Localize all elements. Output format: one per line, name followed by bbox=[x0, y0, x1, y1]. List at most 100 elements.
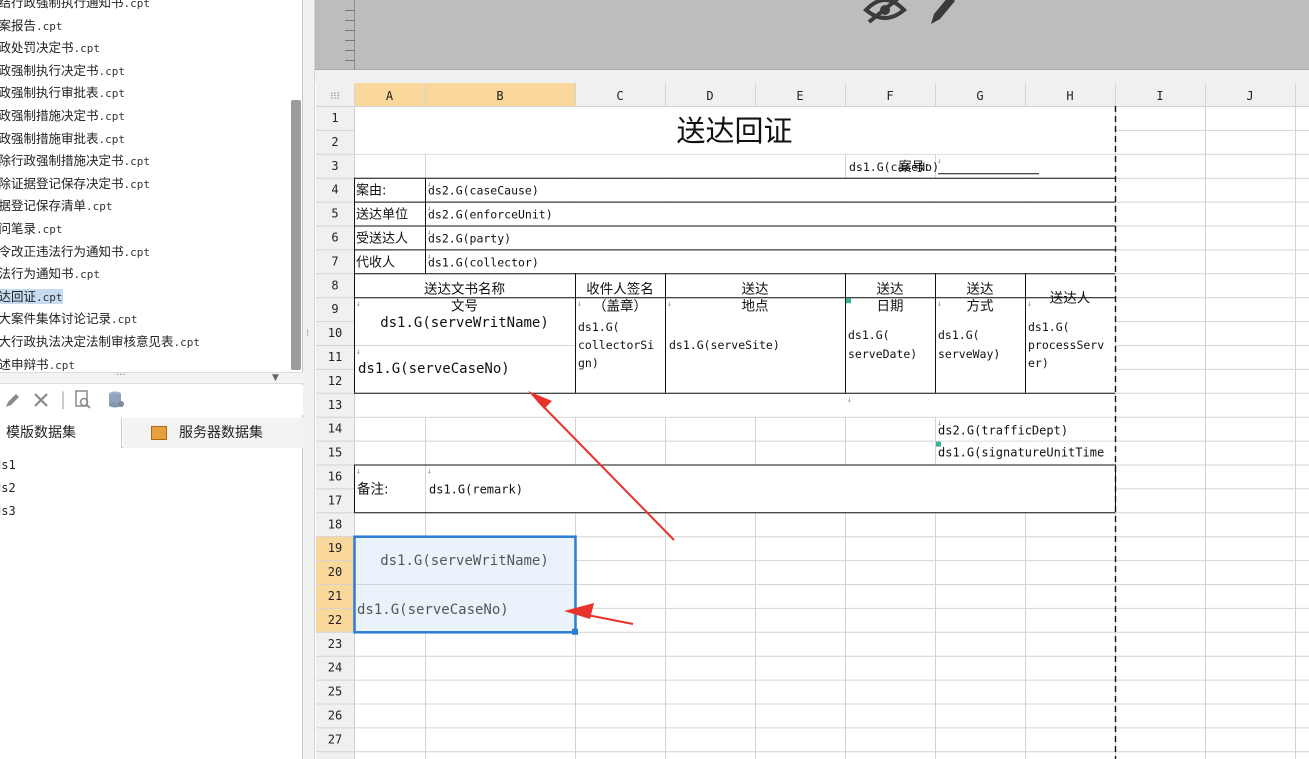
file-item[interactable]: 询问笔录.cpt bbox=[0, 218, 63, 240]
column-header[interactable]: D bbox=[706, 89, 713, 103]
row-header[interactable]: 14 bbox=[328, 422, 342, 436]
file-item[interactable]: 行政强制执行决定书.cpt bbox=[0, 60, 125, 82]
row-header[interactable]: 26 bbox=[328, 709, 342, 723]
file-extension: .cpt bbox=[123, 177, 151, 191]
remark-value-cell[interactable] bbox=[426, 465, 1115, 513]
tab-template-dataset[interactable]: 模版数据集 bbox=[0, 418, 122, 448]
file-name: 行政强制执行决定书 bbox=[0, 62, 99, 78]
splitter-bar[interactable] bbox=[303, 0, 315, 759]
writ-name-value: ds1.G(serveWritName) bbox=[380, 315, 549, 331]
dataset-item[interactable]: ds3 bbox=[0, 500, 16, 522]
cell-marker-icon: ↓ bbox=[356, 180, 361, 189]
splitter-grip-icon[interactable]: ⁝ bbox=[306, 328, 309, 339]
hide-icon[interactable] bbox=[863, 0, 907, 24]
file-item[interactable]: 解除行政强制措施决定书.cpt bbox=[0, 150, 150, 172]
row-header[interactable]: 16 bbox=[328, 470, 342, 484]
row-header[interactable]: 12 bbox=[328, 374, 342, 388]
file-item[interactable]: 送达回证.cpt bbox=[0, 286, 63, 308]
blank-row-cell[interactable] bbox=[355, 393, 1115, 417]
column-header[interactable]: A bbox=[386, 89, 394, 103]
splitter-grip[interactable]: ··· bbox=[116, 370, 126, 381]
copied-writ-name[interactable]: ds1.G(serveWritName) bbox=[380, 553, 549, 569]
file-item[interactable]: 行政强制执行审批表.cpt bbox=[0, 82, 125, 104]
file-item[interactable]: 行政强制措施审批表.cpt bbox=[0, 128, 125, 150]
collapse-arrow-icon[interactable]: ▼ bbox=[272, 373, 279, 383]
file-name: 陈述申辩书 bbox=[0, 356, 49, 372]
header-way: 送达方式 bbox=[967, 281, 995, 314]
case-no-value-cell[interactable] bbox=[936, 154, 1115, 178]
row-header[interactable]: 10 bbox=[328, 326, 342, 340]
preview-icon[interactable] bbox=[74, 385, 92, 415]
tab-server-dataset[interactable]: 服务器数据集 bbox=[123, 418, 303, 448]
file-item[interactable]: 行政处罚决定书.cpt bbox=[0, 37, 100, 59]
column-header[interactable]: C bbox=[616, 89, 623, 103]
column-header[interactable]: E bbox=[796, 89, 803, 103]
file-item[interactable]: 责令改正违法行为通知书.cpt bbox=[0, 241, 150, 263]
select-all-corner[interactable]: ⁝⁝⁝ bbox=[330, 91, 340, 102]
row-header[interactable]: 9 bbox=[331, 302, 338, 316]
column-header[interactable]: J bbox=[1246, 89, 1253, 103]
row-header[interactable]: 23 bbox=[328, 637, 342, 651]
file-item[interactable]: 违法行为通知书.cpt bbox=[0, 263, 100, 285]
row-header[interactable]: 13 bbox=[328, 398, 342, 412]
row-header[interactable]: 11 bbox=[328, 350, 342, 364]
file-name: 解除证据登记保存决定书 bbox=[0, 175, 124, 191]
file-extension: .cpt bbox=[123, 245, 151, 259]
row-header[interactable]: 6 bbox=[331, 231, 338, 245]
row-header[interactable]: 24 bbox=[328, 661, 342, 675]
file-extension: .cpt bbox=[73, 42, 101, 56]
row-header[interactable]: 25 bbox=[328, 685, 342, 699]
column-header[interactable]: B bbox=[496, 89, 503, 103]
file-item[interactable]: 证据登记保存清单.cpt bbox=[0, 195, 113, 217]
delete-icon[interactable] bbox=[32, 385, 50, 415]
blank-cell[interactable] bbox=[426, 154, 845, 178]
row-header[interactable]: 22 bbox=[328, 613, 342, 627]
case-no-value: ds1.G(caseNo) bbox=[849, 160, 939, 174]
row-header[interactable]: 21 bbox=[328, 589, 342, 603]
signature-time-value: ds1.G(signatureUnitTime bbox=[938, 446, 1104, 460]
row-header[interactable]: 17 bbox=[328, 493, 342, 507]
spreadsheet-grid[interactable]: ⁝⁝⁝ A B C D E F G H I J123456789101112131415161718… bbox=[316, 83, 1309, 759]
panel-splitter[interactable]: ··· ▼ bbox=[0, 370, 303, 384]
column-header[interactable]: F bbox=[886, 89, 893, 103]
fill-handle[interactable] bbox=[572, 628, 578, 635]
info-value: ds2.G(caseCause) bbox=[428, 184, 539, 198]
file-item[interactable]: 重大行政执法决定法制审核意见表.cpt bbox=[0, 331, 200, 353]
row-header[interactable]: 2 bbox=[331, 135, 338, 149]
traffic-dept-value: ds2.G(trafficDept) bbox=[938, 424, 1068, 438]
row-header[interactable]: 19 bbox=[328, 541, 342, 555]
file-item[interactable]: 终结行政强制执行通知书.cpt bbox=[0, 0, 150, 14]
column-header[interactable]: I bbox=[1156, 89, 1163, 103]
form-title: 送达回证 bbox=[676, 114, 792, 148]
file-item[interactable]: 陈述申辩书.cpt bbox=[0, 354, 75, 372]
file-item[interactable]: 重大案件集体讨论记录.cpt bbox=[0, 308, 138, 330]
header-date: 送达日期 bbox=[877, 281, 905, 314]
file-list-scrollbar[interactable] bbox=[291, 100, 301, 370]
file-name: 终结行政强制执行通知书 bbox=[0, 0, 124, 10]
designer-canvas-top bbox=[315, 0, 1309, 70]
info-value: ds1.G(collector) bbox=[428, 255, 539, 269]
row-header[interactable]: 4 bbox=[331, 183, 338, 197]
database-icon[interactable] bbox=[106, 385, 126, 415]
row-header[interactable]: 1 bbox=[331, 111, 338, 125]
row-header[interactable]: 8 bbox=[331, 278, 338, 292]
cell-marker-icon: ↓ bbox=[427, 204, 432, 213]
column-header[interactable]: H bbox=[1066, 89, 1073, 103]
pencil-icon[interactable] bbox=[927, 0, 957, 26]
dataset-item[interactable]: ds2 bbox=[0, 477, 16, 499]
file-item[interactable]: 解除证据登记保存决定书.cpt bbox=[0, 173, 150, 195]
column-header[interactable]: G bbox=[976, 89, 983, 103]
copied-case-no[interactable]: ds1.G(serveCaseNo) bbox=[357, 602, 509, 618]
row-header[interactable]: 15 bbox=[328, 446, 342, 460]
info-value-cell[interactable] bbox=[426, 226, 1115, 250]
file-item[interactable]: 结案报告.cpt bbox=[0, 15, 63, 37]
row-header[interactable]: 18 bbox=[328, 517, 342, 531]
row-header[interactable]: 20 bbox=[328, 565, 342, 579]
row-header[interactable]: 5 bbox=[331, 207, 338, 221]
file-item[interactable]: 行政强制措施决定书.cpt bbox=[0, 105, 125, 127]
row-header[interactable]: 7 bbox=[331, 254, 338, 268]
edit-icon[interactable] bbox=[4, 385, 22, 415]
row-header[interactable]: 27 bbox=[328, 732, 342, 746]
row-header[interactable]: 3 bbox=[331, 159, 338, 173]
dataset-item[interactable]: ds1 bbox=[0, 454, 16, 476]
